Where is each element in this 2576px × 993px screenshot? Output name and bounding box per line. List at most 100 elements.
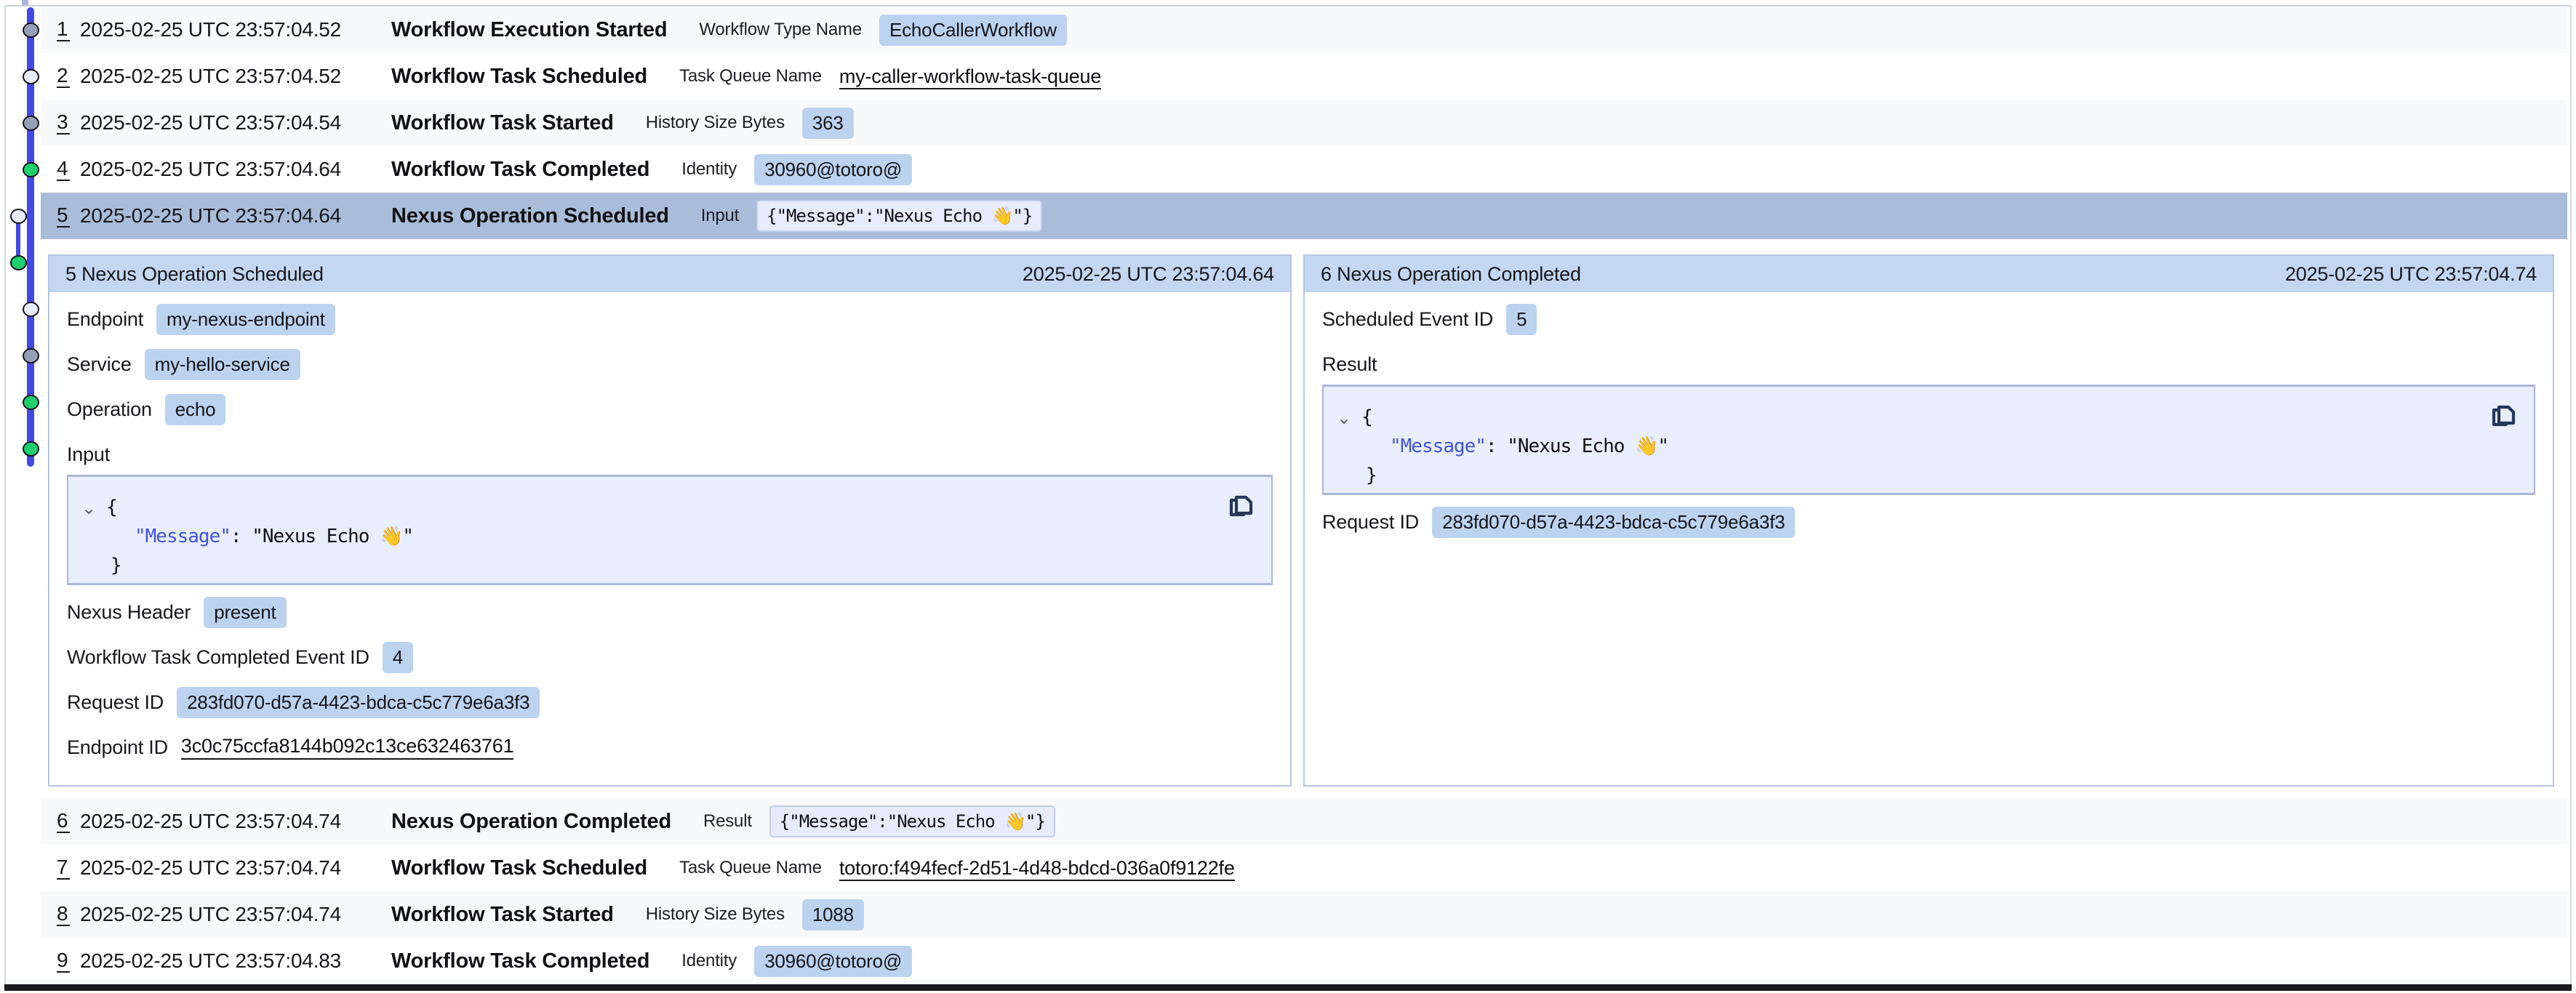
event-row[interactable]: 5 2025-02-25 UTC 23:57:04.64 Nexus Opera… (41, 193, 2567, 239)
event-id-link[interactable]: 8 (57, 903, 70, 926)
timeline-event-dot-7[interactable] (23, 302, 39, 317)
timeline-event-dot-1[interactable] (23, 23, 39, 38)
event-id-link[interactable]: 9 (57, 949, 70, 973)
copy-icon[interactable] (1225, 489, 1258, 522)
detail-fields-bottom: Request ID 283fd070-d57a-4423-bdca-c5c77… (1322, 505, 2535, 539)
json-value: "Nexus Echo 👋" (1507, 435, 1668, 457)
detail-field-label: Operation (67, 398, 152, 421)
event-attr-value: 363 (802, 108, 854, 139)
detail-field-row: Request ID 283fd070-d57a-4423-bdca-c5c77… (67, 686, 1273, 719)
copy-icon[interactable] (2487, 398, 2521, 432)
timeline-event-dot-4[interactable] (23, 162, 39, 177)
timeline-event-dot-2[interactable] (23, 69, 39, 84)
event-attr-badge: {"Message":"Nexus Echo 👋"} (756, 200, 1042, 232)
event-timestamp: 2025-02-25 UTC 23:57:04.54 (80, 111, 391, 134)
detail-field-label: Request ID (67, 691, 164, 714)
event-row[interactable]: 8 2025-02-25 UTC 23:57:04.74 Workflow Ta… (41, 891, 2567, 938)
detail-panel-body: Endpoint my-nexus-endpoint Service my-he… (49, 302, 1290, 764)
detail-field-row: Endpoint ID 3c0c75ccfa8144b092c13ce63246… (67, 731, 1273, 764)
event-attr-value: EchoCallerWorkflow (879, 15, 1067, 46)
detail-field-row: Operation echo (67, 393, 1273, 426)
event-id-link[interactable]: 3 (57, 111, 70, 134)
detail-field-value: present (204, 597, 286, 628)
detail-field-label: Endpoint ID (67, 736, 168, 759)
timeline-event-dot-10[interactable] (23, 441, 39, 457)
event-attr-value: 1088 (802, 899, 864, 930)
event-name: Workflow Task Started (391, 111, 614, 135)
json-line-kv: "Message": "Nexus Echo 👋" (81, 522, 1254, 551)
event-row[interactable]: 2 2025-02-25 UTC 23:57:04.52 Workflow Ta… (41, 53, 2567, 100)
json-line-open: ⌄ { (1337, 403, 2516, 432)
detail-field-label: Nexus Header (67, 601, 191, 624)
event-attr-value: {"Message":"Nexus Echo 👋"} (769, 805, 1055, 837)
timeline-event-dot-6[interactable] (10, 255, 27, 270)
json-open-brace: { (106, 493, 117, 522)
detail-panel-timestamp: 2025-02-25 UTC 23:57:04.74 (2285, 263, 2537, 286)
timeline-event-dot-8[interactable] (23, 348, 39, 363)
detail-field-label: Scheduled Event ID (1322, 308, 1493, 331)
detail-field-value: 5 (1506, 304, 1537, 335)
event-row[interactable]: 7 2025-02-25 UTC 23:57:04.74 Workflow Ta… (41, 845, 2567, 891)
event-attr-value: totoro:f494fecf-2d51-4d48-bdcd-036a0f912… (839, 857, 1235, 880)
json-value: "Nexus Echo 👋" (252, 526, 413, 547)
event-attr-label: Task Queue Name (679, 66, 822, 87)
event-attr-badge: {"Message":"Nexus Echo 👋"} (769, 805, 1055, 837)
event-timestamp: 2025-02-25 UTC 23:57:04.64 (80, 204, 391, 228)
event-rows-top: 1 2025-02-25 UTC 23:57:04.52 Workflow Ex… (41, 7, 2567, 239)
detail-panel-body: Scheduled Event ID 5 Result ⌄ { "Message… (1305, 302, 2553, 539)
detail-fields-top: Endpoint my-nexus-endpoint Service my-he… (67, 302, 1273, 426)
detail-panel-title: 6 Nexus Operation Completed (1321, 263, 1581, 286)
detail-panel-nexus-scheduled: 5 Nexus Operation Scheduled 2025-02-25 U… (48, 254, 1292, 787)
detail-field-value[interactable]: 3c0c75ccfa8144b092c13ce632463761 (181, 735, 514, 760)
event-timestamp: 2025-02-25 UTC 23:57:04.74 (80, 810, 391, 833)
event-name: Workflow Task Completed (391, 158, 649, 182)
collapse-chevron-icon[interactable]: ⌄ (81, 494, 96, 523)
event-id-link[interactable]: 7 (57, 856, 70, 880)
event-attr-value: 30960@totoro@ (754, 946, 912, 977)
detail-fields-top: Scheduled Event ID 5 (1322, 302, 2535, 336)
event-timestamp: 2025-02-25 UTC 23:57:04.64 (80, 158, 391, 181)
event-attr-label: Task Queue Name (679, 858, 822, 878)
collapse-chevron-icon[interactable]: ⌄ (1337, 404, 1351, 433)
timeline-event-dot-3[interactable] (23, 116, 39, 131)
detail-field-label: Workflow Task Completed Event ID (67, 646, 369, 669)
event-name: Nexus Operation Scheduled (391, 204, 669, 228)
event-attr-badge: 30960@totoro@ (754, 154, 912, 185)
event-id-link[interactable]: 2 (57, 65, 70, 88)
event-row[interactable]: 6 2025-02-25 UTC 23:57:04.74 Nexus Opera… (41, 798, 2567, 845)
event-attr-label: Identity (681, 951, 737, 971)
event-row[interactable]: 1 2025-02-25 UTC 23:57:04.52 Workflow Ex… (41, 7, 2567, 53)
event-timestamp: 2025-02-25 UTC 23:57:04.83 (80, 949, 391, 973)
detail-field-row: Request ID 283fd070-d57a-4423-bdca-c5c77… (1322, 505, 2535, 539)
event-id-link[interactable]: 5 (57, 204, 70, 228)
event-row[interactable]: 4 2025-02-25 UTC 23:57:04.64 Workflow Ta… (41, 146, 2567, 193)
timeline-event-dot-5[interactable] (10, 209, 27, 224)
json-key: "Message" (135, 526, 231, 547)
json-colon: : (231, 526, 252, 547)
event-name: Workflow Task Scheduled (391, 856, 647, 880)
input-section-label: Input (67, 443, 1273, 466)
event-attr-link[interactable]: my-caller-workflow-task-queue (839, 65, 1101, 89)
detail-panel-nexus-completed: 6 Nexus Operation Completed 2025-02-25 U… (1303, 254, 2554, 787)
event-attr-value: my-caller-workflow-task-queue (839, 65, 1101, 88)
result-section-label: Result (1322, 353, 2535, 376)
detail-panel-timestamp: 2025-02-25 UTC 23:57:04.64 (1023, 263, 1274, 286)
event-attr-label: Workflow Type Name (699, 20, 862, 40)
timeline-event-dot-9[interactable] (23, 395, 39, 410)
event-id-link[interactable]: 6 (57, 810, 70, 833)
event-row[interactable]: 9 2025-02-25 UTC 23:57:04.83 Workflow Ta… (41, 938, 2567, 984)
detail-field-label: Service (67, 353, 132, 376)
event-row[interactable]: 3 2025-02-25 UTC 23:57:04.54 Workflow Ta… (41, 100, 2567, 146)
json-key: "Message" (1390, 435, 1486, 457)
event-id-link[interactable]: 4 (57, 158, 70, 181)
detail-fields-bottom: Nexus Header present Workflow Task Compl… (67, 595, 1273, 764)
list-bottom-edge (4, 984, 2572, 991)
event-id-link[interactable]: 1 (57, 18, 70, 41)
event-name: Workflow Task Scheduled (391, 65, 647, 89)
event-attr-label: History Size Bytes (646, 904, 785, 925)
event-attr-badge: 363 (802, 108, 854, 139)
event-attr-link[interactable]: totoro:f494fecf-2d51-4d48-bdcd-036a0f912… (839, 857, 1235, 881)
frame-right-border (2570, 5, 2572, 986)
json-close-brace: } (1337, 461, 2516, 490)
event-timestamp: 2025-02-25 UTC 23:57:04.74 (80, 856, 391, 880)
